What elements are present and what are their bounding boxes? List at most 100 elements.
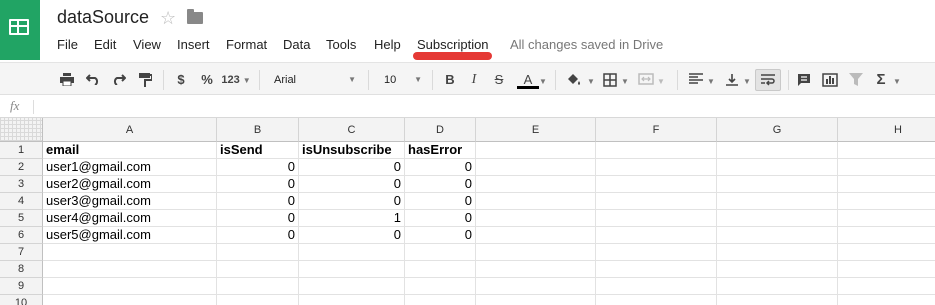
cell-h5[interactable]: [838, 210, 935, 227]
cell-c10[interactable]: [299, 295, 405, 305]
paint-format-icon[interactable]: [134, 69, 156, 91]
cell-g3[interactable]: [717, 176, 838, 193]
cell-f1[interactable]: [596, 142, 717, 159]
column-header-a[interactable]: A: [43, 118, 217, 142]
cell-b10[interactable]: [217, 295, 299, 305]
column-header-c[interactable]: C: [299, 118, 405, 142]
cell-f8[interactable]: [596, 261, 717, 278]
cell-a6[interactable]: user5@gmail.com: [43, 227, 217, 244]
cell-c8[interactable]: [299, 261, 405, 278]
chevron-down-icon[interactable]: ▼: [586, 69, 596, 91]
star-icon[interactable]: ☆: [160, 7, 176, 29]
column-header-g[interactable]: G: [717, 118, 838, 142]
font-family-select[interactable]: Arial ▼: [274, 69, 360, 91]
text-wrap-icon[interactable]: [755, 69, 781, 91]
cell-f9[interactable]: [596, 278, 717, 295]
borders-icon[interactable]: [600, 69, 620, 91]
menu-subscription[interactable]: Subscription: [417, 37, 489, 52]
cell-d2[interactable]: 0: [405, 159, 476, 176]
functions-icon[interactable]: Σ: [872, 69, 890, 91]
sheets-logo[interactable]: [0, 0, 40, 60]
cell-f4[interactable]: [596, 193, 717, 210]
row-header[interactable]: 3: [0, 176, 43, 193]
fill-color-icon[interactable]: [564, 69, 584, 91]
undo-icon[interactable]: [82, 69, 104, 91]
cell-b3[interactable]: 0: [217, 176, 299, 193]
cell-c3[interactable]: 0: [299, 176, 405, 193]
format-percent-button[interactable]: %: [197, 69, 217, 91]
cell-a4[interactable]: user3@gmail.com: [43, 193, 217, 210]
cell-g8[interactable]: [717, 261, 838, 278]
chevron-down-icon[interactable]: ▼: [892, 69, 902, 91]
bold-button[interactable]: B: [440, 69, 460, 91]
cell-h4[interactable]: [838, 193, 935, 210]
row-header[interactable]: 7: [0, 244, 43, 261]
cell-d1[interactable]: hasError: [405, 142, 476, 159]
row-header[interactable]: 9: [0, 278, 43, 295]
cell-g10[interactable]: [717, 295, 838, 305]
more-formats-button[interactable]: 123 ▼: [220, 69, 252, 91]
cell-b8[interactable]: [217, 261, 299, 278]
cell-a7[interactable]: [43, 244, 217, 261]
insert-chart-icon[interactable]: [819, 69, 841, 91]
cell-h8[interactable]: [838, 261, 935, 278]
redo-icon[interactable]: [108, 69, 130, 91]
chevron-down-icon[interactable]: ▼: [620, 69, 630, 91]
cell-e9[interactable]: [476, 278, 596, 295]
cell-a8[interactable]: [43, 261, 217, 278]
cell-h3[interactable]: [838, 176, 935, 193]
cell-e10[interactable]: [476, 295, 596, 305]
cell-b6[interactable]: 0: [217, 227, 299, 244]
menu-view[interactable]: View: [133, 37, 161, 52]
row-header[interactable]: 1: [0, 142, 43, 159]
chevron-down-icon[interactable]: ▼: [742, 69, 752, 91]
menu-help[interactable]: Help: [374, 37, 401, 52]
row-header[interactable]: 2: [0, 159, 43, 176]
menu-insert[interactable]: Insert: [177, 37, 210, 52]
cell-a3[interactable]: user2@gmail.com: [43, 176, 217, 193]
row-header[interactable]: 5: [0, 210, 43, 227]
column-header-e[interactable]: E: [476, 118, 596, 142]
row-header[interactable]: 8: [0, 261, 43, 278]
format-currency-button[interactable]: $: [172, 69, 190, 91]
cell-c7[interactable]: [299, 244, 405, 261]
merge-cells-icon[interactable]: [636, 69, 656, 91]
cell-b2[interactable]: 0: [217, 159, 299, 176]
cell-h10[interactable]: [838, 295, 935, 305]
column-header-h[interactable]: H: [838, 118, 935, 142]
menu-format[interactable]: Format: [226, 37, 267, 52]
cell-f7[interactable]: [596, 244, 717, 261]
cell-c2[interactable]: 0: [299, 159, 405, 176]
font-size-select[interactable]: 10 ▼: [384, 69, 424, 91]
cell-e6[interactable]: [476, 227, 596, 244]
cell-e5[interactable]: [476, 210, 596, 227]
cell-a1[interactable]: email: [43, 142, 217, 159]
cell-g6[interactable]: [717, 227, 838, 244]
row-header[interactable]: 4: [0, 193, 43, 210]
cell-e4[interactable]: [476, 193, 596, 210]
cell-c6[interactable]: 0: [299, 227, 405, 244]
save-status[interactable]: All changes saved in Drive: [510, 37, 663, 52]
column-header-d[interactable]: D: [405, 118, 476, 142]
cell-a2[interactable]: user1@gmail.com: [43, 159, 217, 176]
cell-c5[interactable]: 1: [299, 210, 405, 227]
chevron-down-icon[interactable]: ▼: [656, 69, 666, 91]
filter-icon[interactable]: [846, 69, 866, 91]
insert-comment-icon[interactable]: [794, 69, 814, 91]
cell-c4[interactable]: 0: [299, 193, 405, 210]
menu-tools[interactable]: Tools: [326, 37, 356, 52]
cell-g7[interactable]: [717, 244, 838, 261]
row-header[interactable]: 10: [0, 295, 43, 305]
row-header[interactable]: 6: [0, 227, 43, 244]
cell-e3[interactable]: [476, 176, 596, 193]
cell-h2[interactable]: [838, 159, 935, 176]
cell-c1[interactable]: isUnsubscribe: [299, 142, 405, 159]
document-title[interactable]: dataSource: [57, 7, 149, 28]
cell-h6[interactable]: [838, 227, 935, 244]
cell-d9[interactable]: [405, 278, 476, 295]
cell-h9[interactable]: [838, 278, 935, 295]
chevron-down-icon[interactable]: ▼: [538, 69, 548, 91]
cell-f2[interactable]: [596, 159, 717, 176]
menu-edit[interactable]: Edit: [94, 37, 116, 52]
cell-b7[interactable]: [217, 244, 299, 261]
